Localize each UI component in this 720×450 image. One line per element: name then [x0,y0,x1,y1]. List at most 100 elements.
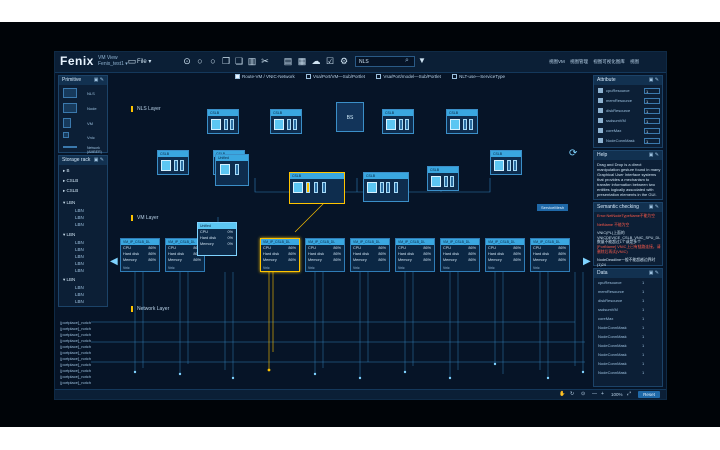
service-mesh-tag[interactable]: ServiceMesh [537,204,569,211]
nls-node-unified[interactable]: Unified [215,154,249,186]
attribute-value[interactable]: 1 [644,118,660,124]
plus-icon[interactable]: + [601,391,604,397]
zoom-out-icon[interactable]: ↻ [570,391,574,397]
tree-node[interactable]: ▸ CSLB [63,178,78,184]
panel-menu-icon[interactable]: ▣ ✎ [649,269,659,278]
vnic-label: Vnic [123,266,130,270]
tree-leaf[interactable]: LBN [75,285,84,290]
semantic-error[interactable]: [PortName] VNIC上已有链路连接，请删除后再试(VNIC) [597,245,663,254]
vm-card[interactable]: VM_IP_CSLB_DL CPU86% Hard disk86% Memory… [350,238,390,272]
semantic-warning[interactable]: VNIC(PL)上面的VNICDEVICE_CSLB_VNIC_SPU_DL数量… [597,231,663,245]
tree-node[interactable]: ▾ LBN [63,232,75,238]
nls-node[interactable]: CSLB [382,109,414,134]
panel-menu-icon[interactable]: ▣ ✎ [649,76,659,85]
vm-card[interactable]: VM_IP_CSLB_DL CPU86% Hard disk86% Memory… [305,238,345,272]
attribute-row: coreMax 1 [598,128,660,135]
nls-node[interactable]: CSLB [446,109,478,134]
node-title: CSLB [383,110,413,116]
panel-menu-icon[interactable]: ▣ ✎ [649,151,659,160]
zoom-level: 100% [611,392,623,397]
scroll-left-arrow-icon[interactable]: ◀ [110,256,118,267]
primitive-nls[interactable]: NLS [63,88,105,100]
nls-node[interactable]: CSLB [207,109,239,134]
primitive-panel: Primitive ▣ ✎ NLS Node VM Vnic Network (A… [58,75,108,155]
vm-card-selected[interactable]: VM_IP_CSLB_DL CPU 86% Hard disk 86% Memory… [260,238,300,272]
tree-leaf[interactable]: LBN [75,261,84,266]
tree-leaf[interactable]: LBN [75,268,84,273]
nls-node[interactable]: CSLB [157,150,189,175]
node-title: Unified [216,155,248,161]
tree-node[interactable]: ▸ B [63,168,70,174]
scroll-right-arrow-icon[interactable]: ▶ [583,256,591,267]
panel-header: Attribute ▣ ✎ [594,76,662,85]
panel-header: Help ▣ ✎ [594,151,662,160]
tree-leaf[interactable]: LBN [75,254,84,259]
vm-stat-row: Memory 86% [533,258,566,262]
port-label[interactable]: [portplace]_notch [59,380,91,386]
nls-node[interactable]: CSLB [427,166,459,191]
attribute-row: cpuResource 1 [598,88,660,95]
tree-leaf[interactable]: LBN [75,299,84,304]
data-panel: Data ▣ ✎ cpuResource 1 memResource 1 diskRe… [593,268,663,387]
tree-leaf[interactable]: LBN [75,215,84,220]
data-row: cpuResource 1 [598,280,645,285]
primitive-network[interactable]: Network (AMBER) [63,143,105,155]
tree-leaf[interactable]: LBN [75,222,84,227]
storage-rack-panel: Storage rack ▣ ✎ ▸ B ▸ CSLB ▸ CSLB ▾ LBN … [58,155,108,307]
vnic-label: Vnic [488,266,495,270]
panel-header: Primitive ▣ ✎ [59,76,107,85]
vnic-label: Vnic [353,266,360,270]
primitive-node[interactable]: Node [63,103,105,115]
tree-node[interactable]: ▾ LBN [63,200,75,206]
tree-leaf[interactable]: LBN [75,240,84,245]
semantic-error[interactable]: Error:NetNodeTypeName不能为空 [597,214,663,219]
help-panel: Help ▣ ✎ Drag and Drop is a direct manipu… [593,150,663,200]
status-bar: ✋ ↻ ⊙ — + 100% ⤢ Reset [55,389,666,399]
vm-card[interactable]: VM_IP_CSLB_DL CPU86% Hard disk86% Memory… [440,238,480,272]
tree-node[interactable]: ▸ CSLB [63,188,78,194]
panel-menu-icon[interactable]: ▣ ✎ [94,76,104,85]
panel-menu-icon[interactable]: ▣ ✎ [94,156,104,165]
vm-card[interactable]: VM_IP_CSLB_DL CPU86% Hard disk86% Memory… [395,238,435,272]
attribute-value[interactable]: 1 [644,88,660,94]
pan-icon[interactable]: ✋ [559,391,565,397]
panel-menu-icon[interactable]: ▣ ✎ [649,203,659,212]
attribute-value[interactable]: 1 [644,128,660,134]
fit-icon[interactable]: ⊙ [581,391,585,397]
rotate-arrow-icon[interactable]: ⟳ [569,148,577,159]
vm-stat-row: Memory 86% [443,258,476,262]
nls-node-selected[interactable]: CSLB [289,172,345,204]
nls-node[interactable]: CSLB [490,150,522,175]
primitive-vm[interactable]: VM [63,118,105,130]
tree-leaf[interactable]: LBN [75,292,84,297]
app-window: Fenix VM View Fenix_test1 ▾ ▭ File ▾ ⊙ ○… [54,51,667,400]
panel-header: Semantic checking ▣ ✎ [594,203,662,212]
minus-icon[interactable]: — [592,391,597,397]
fullscreen-icon[interactable]: ⤢ [627,391,631,397]
vm-stat-row: Memory 86% [123,258,156,262]
center-node-bs[interactable]: BS [336,102,364,132]
node-title: CSLB [364,173,408,179]
attribute-value[interactable]: 1 [644,98,660,104]
data-row: NodeConnMask 1 [598,361,645,366]
tooltip-row: Memory 0% [200,242,233,246]
semantic-warning[interactable]: NodeDeadline一般不能超越边界时(1)24 [597,258,663,267]
reset-button[interactable]: Reset [638,391,660,398]
node-title: CSLB [447,110,477,116]
tree-leaf[interactable]: LBN [75,247,84,252]
attribute-value[interactable]: 1 [644,108,660,114]
nls-node[interactable]: CSLB [363,172,409,202]
tree-leaf[interactable]: LBN [75,208,84,213]
nls-node[interactable]: CSLB [270,109,302,134]
attribute-value[interactable]: 1 [644,138,660,144]
vm-card[interactable]: VM_IP_CSLB_DL CPU86% Hard disk86% Memory… [485,238,525,272]
semantic-error[interactable]: NetName 不能为空 [597,223,663,228]
vm-card[interactable]: VM_IP_CSLB_DL CPU86% Hard disk86% Memory… [120,238,160,272]
data-row: coreMax 1 [598,316,645,321]
tree-node[interactable]: ▾ LBN [63,277,75,283]
vm-card[interactable]: VM_IP_CSLB_DL CPU86% Hard disk86% Memory… [530,238,570,272]
vm-stat-row: Memory 86% [263,258,296,262]
vm-stat-row: Memory 86% [168,258,201,262]
nls-layer-label: NLS Layer [131,106,161,112]
data-row: NodeConnMask 1 [598,352,645,357]
